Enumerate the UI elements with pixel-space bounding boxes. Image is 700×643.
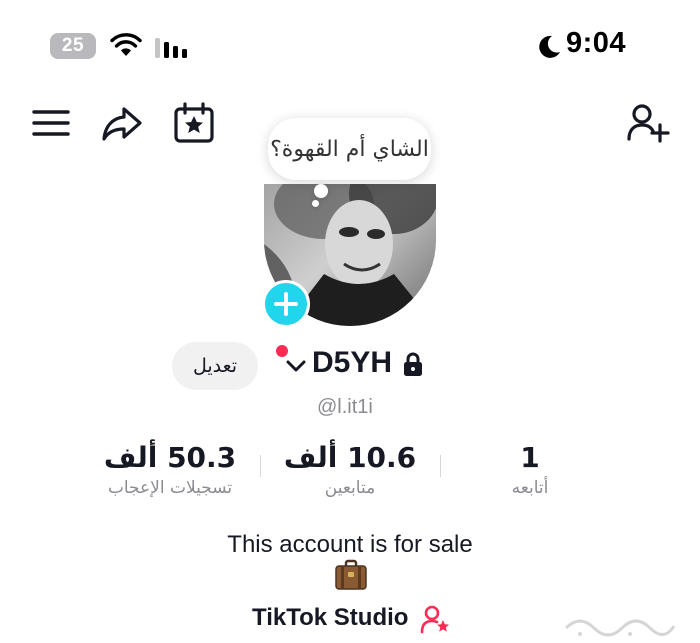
battery-indicator: 25 (50, 33, 96, 59)
studio-creator-icon[interactable] (420, 604, 450, 634)
user-handle: @l.it1i (317, 396, 373, 418)
suitcase-icon (335, 559, 367, 590)
following-stat[interactable]: 1 أتابعه (450, 441, 610, 498)
lock-icon (404, 352, 422, 376)
chevron-down-icon[interactable] (285, 356, 307, 376)
cellular-signal-icon (155, 38, 187, 58)
likes-stat[interactable]: 50.3 ألف تسجيلات الإعجاب (90, 441, 250, 498)
menu-icon[interactable] (30, 101, 74, 145)
bubble-tail-dot-small (312, 200, 319, 207)
focus-moon-icon (539, 35, 560, 58)
note-text: الشاي أم القهوة؟ (270, 136, 429, 162)
wifi-icon (110, 33, 142, 56)
following-label: أتابعه (511, 478, 549, 498)
likes-count: 50.3 ألف (103, 441, 237, 474)
watermark-logo (564, 619, 676, 637)
likes-label: تسجيلات الإعجاب (107, 478, 233, 498)
edit-profile-button[interactable]: تعديل (172, 342, 258, 390)
share-icon[interactable] (100, 101, 144, 145)
note-bubble[interactable]: الشاي أم القهوة؟ (268, 118, 431, 180)
status-time: 9:04 (566, 27, 627, 59)
following-count: 1 (520, 441, 540, 474)
plus-icon (274, 292, 298, 316)
add-avatar-button[interactable] (262, 280, 310, 328)
username[interactable]: D5YH (312, 346, 392, 380)
followers-stat[interactable]: 10.6 ألف متابعين (270, 441, 430, 498)
battery-level: 25 (61, 35, 85, 56)
calendar-star-icon[interactable] (172, 101, 216, 145)
bio-text: This account is for sale (227, 531, 473, 558)
add-friend-icon[interactable] (626, 101, 670, 145)
followers-label: متابعين (324, 478, 376, 498)
bubble-tail-dot (314, 184, 328, 198)
followers-count: 10.6 ألف (283, 441, 417, 474)
stat-divider (440, 455, 441, 477)
tiktok-studio-link[interactable]: TikTok Studio (252, 604, 408, 632)
stat-divider (260, 455, 261, 477)
